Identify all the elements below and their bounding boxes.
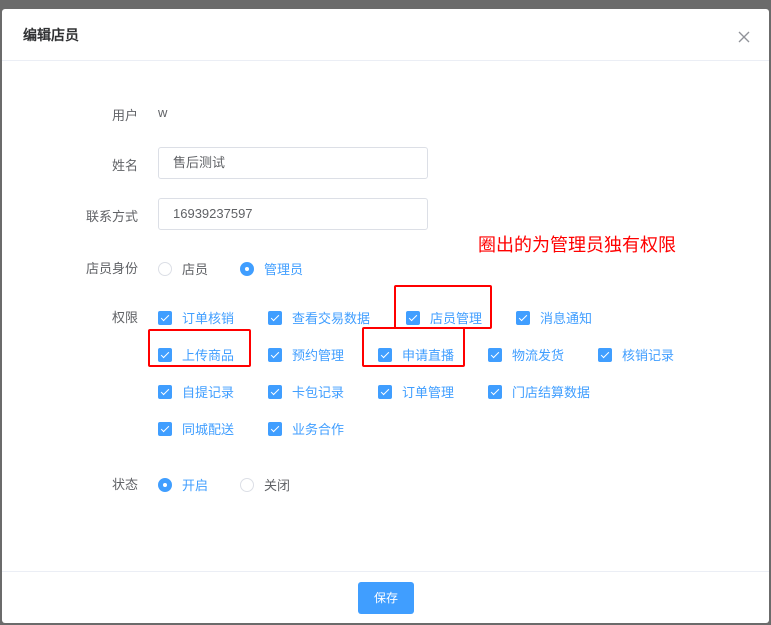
perm-label: 店员管理 [430,311,483,326]
checkbox-icon [268,310,282,325]
permissions-label: 权限 [111,310,138,325]
perm-label: 门店结算数据 [512,385,591,400]
perm-pickup-records[interactable]: 自提记录 [158,382,234,401]
user-label: 用户 [111,108,138,123]
perm-label: 自提记录 [182,385,235,400]
status-label: 状态 [111,477,138,492]
perm-label: 预约管理 [292,348,345,363]
dialog-header: 编辑店员 [2,9,769,61]
perm-upload-products[interactable]: 上传商品 [158,345,234,364]
perm-local-delivery[interactable]: 同城配送 [158,419,234,438]
edit-staff-dialog: 编辑店员 用户 w 姓名 售后测试 联系方式 16939237597 店员身份 … [2,9,769,623]
perm-order-management[interactable]: 订单管理 [378,382,454,401]
perm-view-transactions[interactable]: 查看交易数据 [268,308,370,327]
checkbox-icon [158,347,172,362]
perm-verify-records[interactable]: 核销记录 [598,345,674,364]
checkbox-icon [268,384,282,399]
radio-dot [240,477,254,492]
radio-label: 管理员 [264,262,304,277]
perm-label: 上传商品 [182,348,235,363]
radio-dot [158,477,172,492]
radio-label: 关闭 [264,478,291,493]
perm-message-notify[interactable]: 消息通知 [516,308,592,327]
perm-card-records[interactable]: 卡包记录 [268,382,344,401]
dialog-title: 编辑店员 [23,27,79,43]
radio-label: 店员 [182,262,209,277]
perm-label: 卡包记录 [292,385,345,400]
checkbox-icon [158,421,172,436]
perm-label: 业务合作 [292,422,345,437]
perm-apply-livestream[interactable]: 申请直播 [378,345,454,364]
perm-order-verify[interactable]: 订单核销 [158,308,234,327]
perm-label: 查看交易数据 [292,311,371,326]
checkbox-icon [268,347,282,362]
perm-store-settlement[interactable]: 门店结算数据 [488,382,590,401]
perm-reservations[interactable]: 预约管理 [268,345,344,364]
radio-label: 开启 [182,478,209,493]
identity-radio-admin[interactable]: 管理员 [240,259,303,278]
status-radio-off[interactable]: 关闭 [240,475,290,494]
perm-label: 申请直播 [402,348,455,363]
perm-label: 订单管理 [402,385,455,400]
perm-label: 物流发货 [512,348,565,363]
perm-label: 订单核销 [182,311,235,326]
checkbox-icon [378,347,392,362]
checkbox-icon [268,421,282,436]
checkbox-icon [598,347,612,362]
user-value: w [158,105,168,120]
perm-business-cooperation[interactable]: 业务合作 [268,419,344,438]
radio-dot [158,261,172,276]
checkbox-icon [406,310,420,325]
contact-label: 联系方式 [85,209,138,224]
perm-label: 消息通知 [540,311,593,326]
checkbox-icon [488,347,502,362]
contact-input[interactable]: 16939237597 [158,198,428,230]
perm-label: 核销记录 [622,348,675,363]
checkbox-icon [378,384,392,399]
radio-dot [240,261,254,276]
save-button[interactable]: 保存 [358,582,414,614]
identity-radio-staff[interactable]: 店员 [158,259,208,278]
perm-label: 同城配送 [182,422,235,437]
name-input[interactable]: 售后测试 [158,147,428,179]
checkbox-icon [516,310,530,325]
perm-logistics[interactable]: 物流发货 [488,345,564,364]
checkbox-icon [488,384,502,399]
annotation-text: 圈出的为管理员独有权限 [478,235,676,255]
close-icon[interactable] [737,30,751,44]
dialog-footer: 保存 [2,571,769,623]
checkbox-icon [158,310,172,325]
identity-label: 店员身份 [85,261,138,276]
checkbox-icon [158,384,172,399]
perm-staff-management[interactable]: 店员管理 [406,308,482,327]
status-radio-on[interactable]: 开启 [158,475,208,494]
name-label: 姓名 [111,158,138,173]
